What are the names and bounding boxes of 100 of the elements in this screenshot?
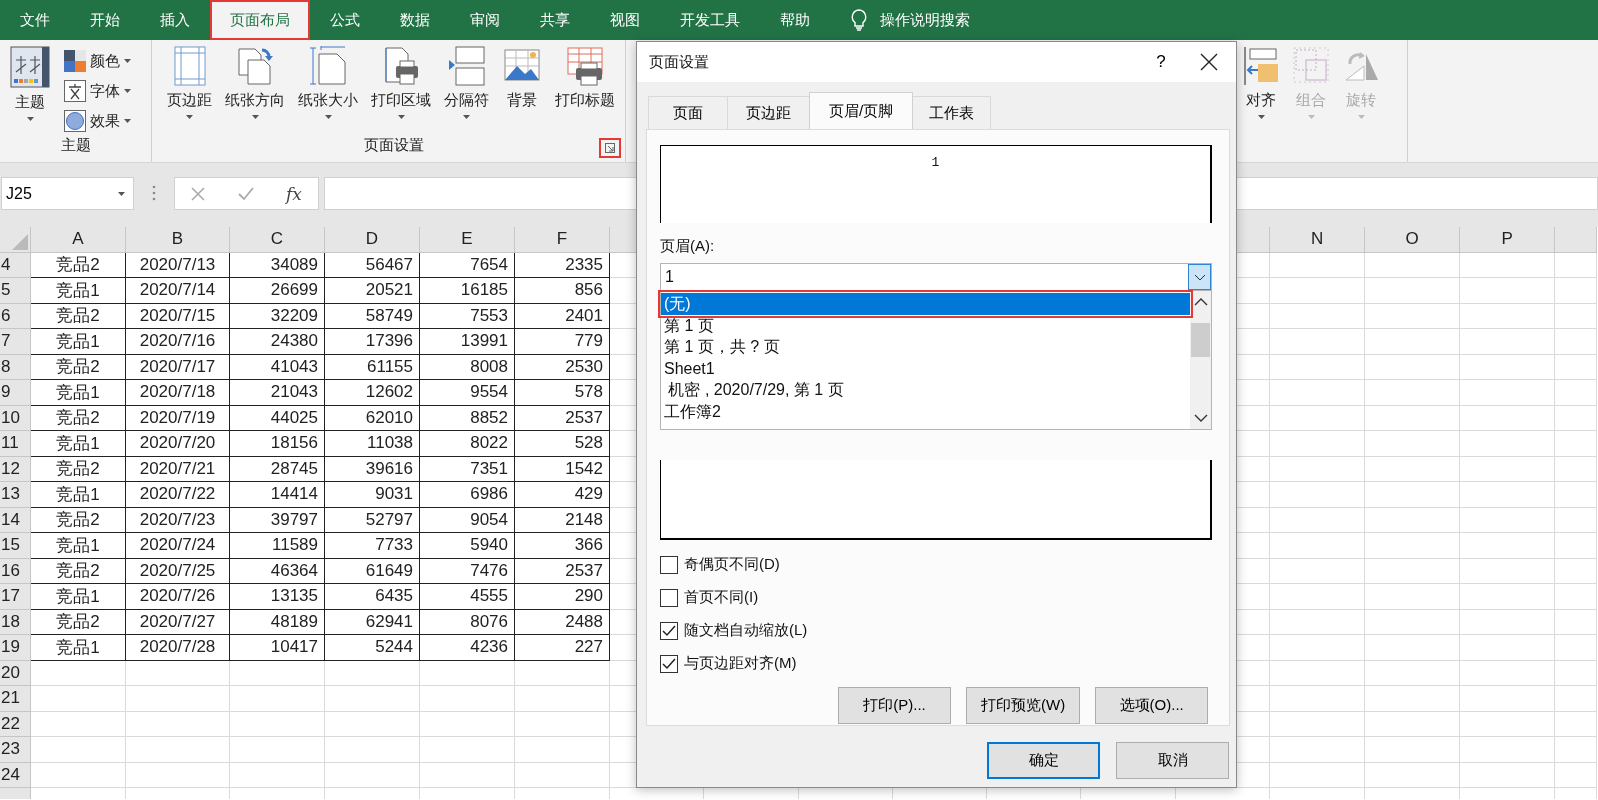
table-cell[interactable]: 227 xyxy=(515,635,610,661)
row-header[interactable]: 14 xyxy=(0,507,31,533)
table-cell[interactable] xyxy=(1555,456,1598,482)
table-cell[interactable]: 429 xyxy=(515,482,610,508)
table-cell[interactable] xyxy=(1365,584,1461,610)
table-cell[interactable] xyxy=(1270,711,1366,737)
ribbon-tab[interactable]: 审阅 xyxy=(450,0,520,40)
table-cell[interactable] xyxy=(1365,737,1461,763)
table-cell[interactable] xyxy=(1270,354,1366,380)
table-cell[interactable] xyxy=(1270,252,1366,278)
checkbox[interactable] xyxy=(660,555,678,574)
table-cell[interactable]: 竞品2 xyxy=(31,303,126,329)
row-header[interactable]: 16 xyxy=(0,558,31,584)
table-cell[interactable]: 61155 xyxy=(325,354,420,380)
table-cell[interactable] xyxy=(1270,635,1366,661)
ribbon-tab[interactable]: 视图 xyxy=(590,0,660,40)
ok-button[interactable]: 确定 xyxy=(987,742,1100,779)
table-cell[interactable] xyxy=(1555,507,1598,533)
name-box[interactable]: J25 xyxy=(1,177,134,210)
dialog-button[interactable]: 打印预览(W) xyxy=(966,687,1081,724)
table-cell[interactable] xyxy=(31,711,126,737)
table-cell[interactable] xyxy=(1460,507,1556,533)
row-header[interactable]: 4 xyxy=(0,252,31,278)
header-dropdown[interactable]: 1 xyxy=(660,263,1212,291)
table-cell[interactable] xyxy=(1270,303,1366,329)
table-cell[interactable]: 34089 xyxy=(230,252,325,278)
table-cell[interactable] xyxy=(515,762,610,788)
table-cell[interactable]: 9054 xyxy=(420,507,515,533)
table-cell[interactable]: 46364 xyxy=(230,558,325,584)
table-cell[interactable] xyxy=(1460,329,1556,355)
table-cell[interactable]: 366 xyxy=(515,533,610,559)
row-header[interactable]: 24 xyxy=(0,762,31,788)
checkbox-label[interactable]: 首页不同(I) xyxy=(684,588,759,607)
table-cell[interactable] xyxy=(1270,329,1366,355)
table-cell[interactable]: 8076 xyxy=(420,609,515,635)
ribbon-tab[interactable]: 共享 xyxy=(520,0,590,40)
themes-button[interactable]: 主题 xyxy=(0,46,60,136)
table-cell[interactable]: 7476 xyxy=(420,558,515,584)
table-cell[interactable]: 6986 xyxy=(420,482,515,508)
table-cell[interactable] xyxy=(1555,584,1598,610)
table-cell[interactable]: 24380 xyxy=(230,329,325,355)
table-cell[interactable] xyxy=(230,737,325,763)
list-option[interactable]: 第 1 页 xyxy=(661,314,1190,336)
table-cell[interactable] xyxy=(1270,431,1366,457)
row-header[interactable]: 17 xyxy=(0,584,31,610)
table-cell[interactable]: 竞品2 xyxy=(31,609,126,635)
table-cell[interactable]: 8852 xyxy=(420,405,515,431)
ribbon-button[interactable]: 纸张大小 xyxy=(293,46,363,136)
table-cell[interactable] xyxy=(325,737,420,763)
table-cell[interactable] xyxy=(1365,252,1461,278)
table-cell[interactable] xyxy=(1270,762,1366,788)
table-cell[interactable]: 12602 xyxy=(325,380,420,406)
check-icon[interactable] xyxy=(237,186,254,201)
table-cell[interactable]: 竞品2 xyxy=(31,354,126,380)
table-cell[interactable] xyxy=(1460,711,1556,737)
table-cell[interactable] xyxy=(230,711,325,737)
row-header[interactable]: 19 xyxy=(0,635,31,661)
table-cell[interactable] xyxy=(1460,456,1556,482)
table-cell[interactable] xyxy=(1555,762,1598,788)
row-header[interactable]: 10 xyxy=(0,405,31,431)
checkbox-label[interactable]: 奇偶页不同(D) xyxy=(684,555,780,574)
table-cell[interactable] xyxy=(126,737,230,763)
table-cell[interactable] xyxy=(1555,329,1598,355)
table-cell[interactable]: 竞品1 xyxy=(31,380,126,406)
table-cell[interactable] xyxy=(1365,686,1461,712)
table-cell[interactable] xyxy=(126,711,230,737)
table-cell[interactable] xyxy=(1365,482,1461,508)
scroll-up-icon[interactable] xyxy=(1193,298,1208,306)
table-cell[interactable] xyxy=(1460,609,1556,635)
close-button[interactable] xyxy=(1200,53,1218,71)
table-cell[interactable]: 2530 xyxy=(515,354,610,380)
row-header[interactable]: 5 xyxy=(0,278,31,304)
table-cell[interactable]: 5940 xyxy=(420,533,515,559)
table-cell[interactable]: 2020/7/24 xyxy=(126,533,230,559)
dialog-button[interactable]: 打印(P)... xyxy=(838,687,951,724)
column-header[interactable]: A xyxy=(31,227,126,253)
row-header[interactable]: 9 xyxy=(0,380,31,406)
table-cell[interactable] xyxy=(515,686,610,712)
checkbox-label[interactable]: 与页边距对齐(M) xyxy=(684,654,797,673)
list-option[interactable]: 机密 , 2020/7/29, 第 1 页 xyxy=(661,379,1190,401)
table-cell[interactable] xyxy=(1460,380,1556,406)
table-cell[interactable]: 1542 xyxy=(515,456,610,482)
table-cell[interactable] xyxy=(230,762,325,788)
table-cell[interactable]: 9554 xyxy=(420,380,515,406)
table-cell[interactable] xyxy=(1270,456,1366,482)
table-cell[interactable] xyxy=(1365,609,1461,635)
table-cell[interactable] xyxy=(1365,533,1461,559)
table-cell[interactable] xyxy=(1460,303,1556,329)
dialog-launcher-button[interactable] xyxy=(599,138,621,158)
table-cell[interactable] xyxy=(1270,507,1366,533)
table-cell[interactable] xyxy=(31,686,126,712)
table-cell[interactable]: 竞品1 xyxy=(31,482,126,508)
table-cell[interactable] xyxy=(325,660,420,686)
table-cell[interactable] xyxy=(1555,558,1598,584)
table-cell[interactable] xyxy=(1365,431,1461,457)
table-cell[interactable] xyxy=(1460,737,1556,763)
table-cell[interactable] xyxy=(1270,686,1366,712)
table-cell[interactable] xyxy=(1270,660,1366,686)
table-cell[interactable]: 48189 xyxy=(230,609,325,635)
ribbon-tab[interactable]: 开发工具 xyxy=(660,0,760,40)
